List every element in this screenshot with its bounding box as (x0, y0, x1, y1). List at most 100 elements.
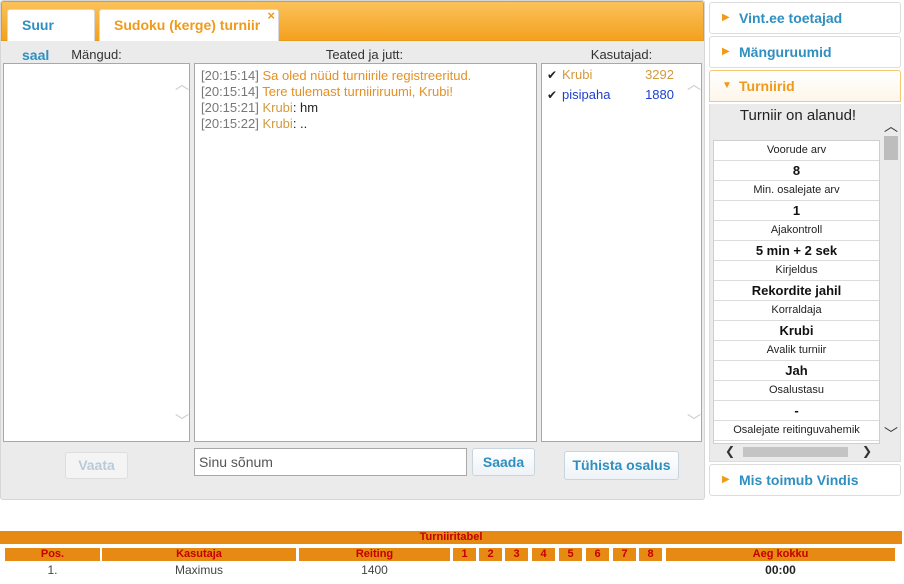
info-label: Osalustasu (714, 381, 879, 401)
caret-right-icon: ▶ (722, 46, 730, 57)
column-header[interactable]: 7 (613, 548, 636, 561)
users-scrollbar[interactable]: ︿ ﹀ (685, 64, 701, 441)
close-icon[interactable]: × (267, 1, 275, 31)
chat-header: Teated ja jutt: (325, 47, 404, 62)
checkmark-icon: ✔ (547, 68, 558, 82)
sidebar-item-label: Mänguruumid (739, 44, 832, 60)
chat-message: [20:15:14] Tere tulemast turniiriruumi, … (195, 84, 536, 100)
column-header[interactable]: 4 (532, 548, 555, 561)
info-label: Korraldaja (714, 301, 879, 321)
tab-suur-saal[interactable]: Suur saal (7, 9, 95, 63)
chevron-left-icon[interactable]: ❮ (725, 444, 735, 458)
tournament-status: Turniir on alanud! (739, 107, 857, 124)
column-header[interactable]: Kasutaja (102, 548, 296, 561)
user-row[interactable]: ✔ pisipaha 1880 (542, 85, 701, 105)
chat-time: [20:15:21] (201, 100, 259, 115)
user-name[interactable]: pisipaha (562, 85, 610, 105)
column-header[interactable]: 3 (505, 548, 528, 561)
chat-text: : .. (292, 116, 308, 131)
message-input[interactable] (194, 448, 467, 476)
caret-right-icon: ▶ (722, 12, 730, 23)
caret-down-icon: ▼ (722, 80, 732, 91)
games-list[interactable]: ︿ ﹀ (3, 63, 190, 442)
chevron-down-icon[interactable]: ﹀ (175, 414, 189, 428)
tournament-standings: Turniiritabel Pos. Kasutaja Reiting 1 2 … (0, 531, 904, 581)
chevron-up-icon[interactable]: ︿ (175, 77, 189, 91)
info-horizontal-scrollbar[interactable]: ❮ ❯ (713, 444, 880, 460)
sidebar-item-game-rooms[interactable]: ▶ Mänguruumid (709, 36, 901, 68)
column-header[interactable]: Pos. (5, 548, 100, 561)
scrollbar-thumb[interactable] (884, 136, 898, 160)
sidebar-item-tournaments[interactable]: ▼ Turniirid (709, 70, 901, 102)
sidebar-item-label: Mis toimub Vindis (739, 472, 859, 488)
chat-text: : hm (292, 100, 319, 115)
column-header[interactable]: 6 (586, 548, 609, 561)
tournament-info-panel: Turniir on alanud! Voorude arv 8 Min. os… (709, 104, 901, 462)
column-header[interactable]: 8 (639, 548, 662, 561)
chat-time: [20:15:22] (201, 116, 259, 131)
standing-rating: 1400 (361, 563, 388, 577)
chevron-right-icon[interactable]: ❯ (862, 444, 872, 458)
games-header: Mängud: (71, 47, 122, 62)
standing-position: 1. (47, 563, 58, 577)
user-row[interactable]: ✔ Krubi 3292 (542, 65, 701, 85)
games-scrollbar[interactable]: ︿ ﹀ (173, 64, 189, 441)
chat-system-text: Sa oled nüüd turniirile registreeritud. (262, 68, 472, 83)
standings-title: Turniiritabel (0, 531, 902, 544)
user-rating: 1880 (645, 87, 674, 102)
info-value: 1 (714, 201, 879, 221)
chat-message: [20:15:22] Krubi: .. (195, 116, 536, 132)
standings-header-row: Pos. Kasutaja Reiting 1 2 3 4 5 6 7 8 Ae… (5, 548, 895, 561)
chat-log[interactable]: [20:15:14] Sa oled nüüd turniirile regis… (194, 63, 537, 442)
chevron-up-icon[interactable]: ︿ (687, 77, 701, 91)
column-header[interactable]: Reiting (299, 548, 450, 561)
users-list[interactable]: ✔ Krubi 3292 ✔ pisipaha 1880 ︿ ﹀ (541, 63, 702, 442)
info-label: Kirjeldus (714, 261, 879, 281)
column-header[interactable]: 5 (559, 548, 582, 561)
tab-sudoku-tournament[interactable]: Sudoku (kerge) turniir × (99, 8, 279, 41)
info-label: Voorude arv (714, 141, 879, 161)
info-vertical-scrollbar[interactable]: ︿ ﹀ (883, 116, 899, 444)
info-value: - (714, 401, 879, 421)
column-header[interactable]: Aeg kokku (666, 548, 895, 561)
user-name[interactable]: Krubi (562, 65, 592, 85)
sidebar-item-label: Turniirid (739, 78, 795, 94)
chat-nick[interactable]: Krubi (262, 100, 292, 115)
chat-time: [20:15:14] (201, 84, 259, 99)
cancel-participation-button[interactable]: Tühista osalus (564, 451, 679, 480)
info-value: 8 (714, 161, 879, 181)
column-header[interactable]: 2 (479, 548, 502, 561)
chat-system-text: Tere tulemast turniiriruumi, Krubi! (262, 84, 453, 99)
sidebar-item-label: Vint.ee toetajad (739, 10, 843, 26)
column-header[interactable]: 1 (453, 548, 476, 561)
info-label: Ajakontroll (714, 221, 879, 241)
sidebar-item-supporters[interactable]: ▶ Vint.ee toetajad (709, 2, 901, 34)
info-value: Krubi (714, 321, 879, 341)
info-label: Osalejate reitinguvahemik (714, 421, 879, 441)
sidebar-item-whats-happening[interactable]: ▶ Mis toimub Vindis (709, 464, 901, 496)
tournament-info-table[interactable]: Voorude arv 8 Min. osalejate arv 1 Ajako… (713, 140, 880, 444)
standing-user[interactable]: Maximus (102, 563, 296, 577)
checkmark-icon: ✔ (547, 88, 558, 102)
user-rating: 3292 (645, 67, 674, 82)
chat-time: [20:15:14] (201, 68, 259, 83)
info-value: Jah (714, 361, 879, 381)
chat-message: [20:15:21] Krubi: hm (195, 100, 536, 116)
info-value: Rekordite jahil (714, 281, 879, 301)
table-row[interactable]: 1. Maximus 1400 00:00 (5, 563, 895, 578)
info-value: 5 min + 2 sek (714, 241, 879, 261)
chevron-down-icon[interactable]: ﹀ (687, 414, 701, 428)
info-label: Avalik turniir (714, 341, 879, 361)
chat-room-panel: Suur saal Sudoku (kerge) turniir × Mängu… (0, 0, 705, 500)
users-header: Kasutajad: (590, 47, 653, 62)
standing-total-time: 00:00 (765, 563, 796, 577)
chat-message: [20:15:14] Sa oled nüüd turniirile regis… (195, 68, 536, 84)
chevron-down-icon[interactable]: ﹀ (883, 424, 899, 444)
chat-nick[interactable]: Krubi (262, 116, 292, 131)
scrollbar-thumb[interactable] (743, 447, 848, 457)
caret-right-icon: ▶ (722, 474, 730, 485)
send-button[interactable]: Saada (472, 448, 535, 476)
chevron-up-icon[interactable]: ︿ (883, 116, 899, 136)
info-label: Min. osalejate arv (714, 181, 879, 201)
view-button[interactable]: Vaata (65, 452, 128, 479)
